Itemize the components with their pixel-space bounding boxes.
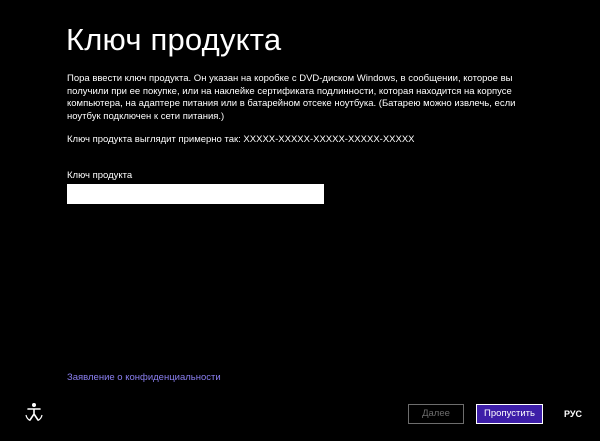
page-title: Ключ продукта: [66, 22, 282, 57]
privacy-statement-link[interactable]: Заявление о конфиденциальности: [67, 372, 221, 384]
language-indicator[interactable]: РУС: [564, 408, 582, 420]
next-button[interactable]: Далее: [408, 404, 464, 424]
product-key-screen: Ключ продукта Пора ввести ключ продукта.…: [0, 0, 600, 441]
skip-button[interactable]: Пропустить: [476, 404, 543, 424]
ease-of-access-button[interactable]: [24, 402, 44, 422]
ease-of-access-icon: [25, 403, 43, 422]
product-key-label: Ключ продукта: [67, 170, 133, 181]
product-key-input[interactable]: [67, 184, 324, 204]
instruction-text: Пора ввести ключ продукта. Он указан на …: [67, 73, 516, 122]
key-format-example: Ключ продукта выглядит примерно так: XXX…: [67, 134, 415, 145]
